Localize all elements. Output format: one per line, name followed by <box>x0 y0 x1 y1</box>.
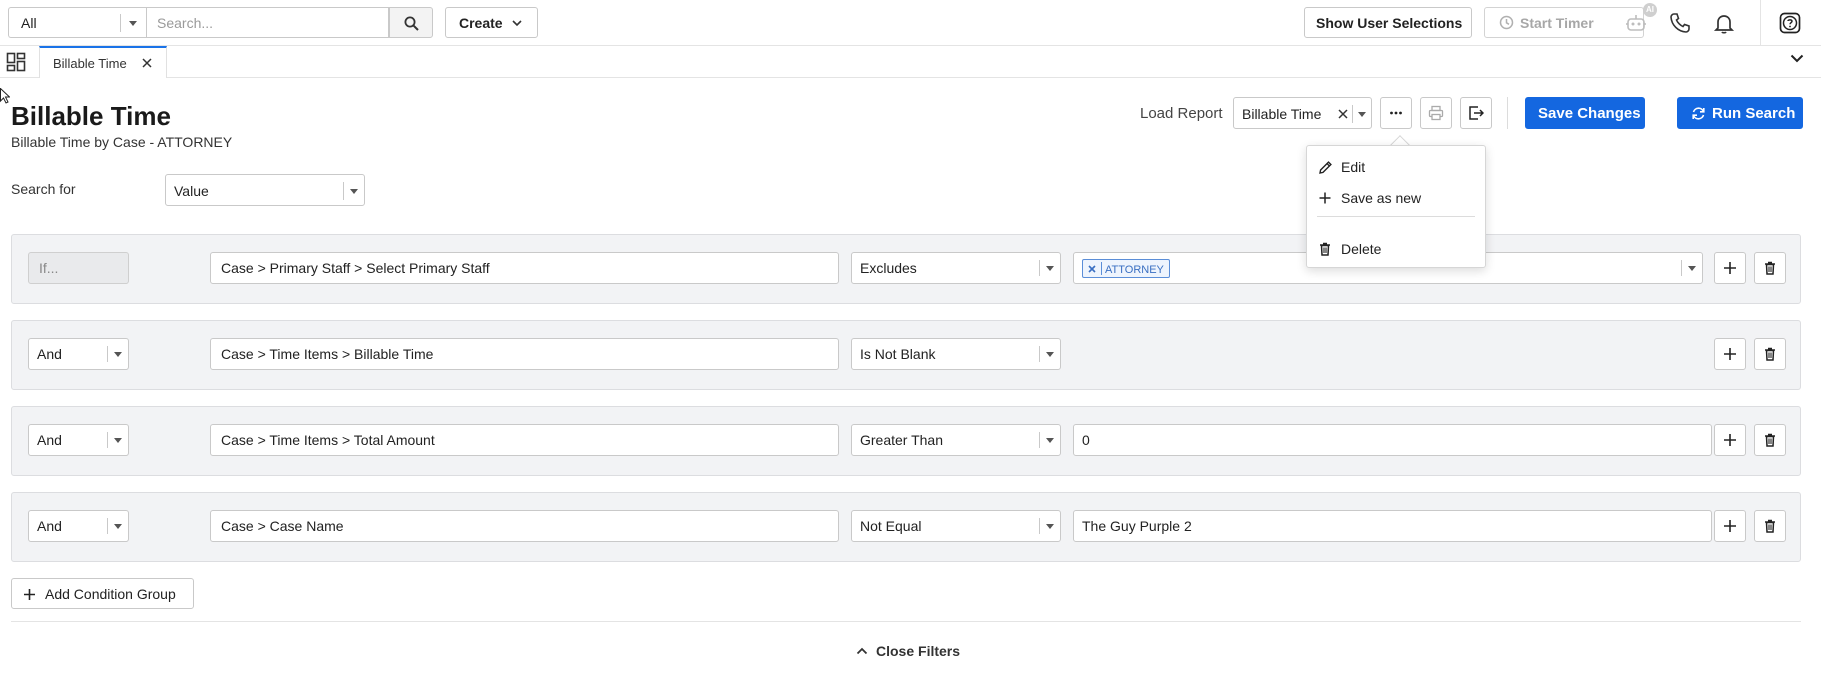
delete-condition-button[interactable] <box>1754 252 1786 284</box>
add-condition-button[interactable] <box>1714 424 1746 456</box>
chevron-down-icon <box>1046 266 1054 271</box>
tab-billable-time[interactable]: Billable Time <box>39 46 167 78</box>
logic-operator-select[interactable]: And <box>28 424 129 456</box>
create-button[interactable]: Create <box>445 7 538 38</box>
search-for-label: Search for <box>11 181 76 197</box>
show-user-selections-button[interactable]: Show User Selections <box>1304 7 1472 38</box>
search-scope-value: All <box>21 15 37 31</box>
condition-row: And Case > Time Items > Total Amount Gre… <box>11 406 1801 476</box>
chevron-down-icon <box>350 189 358 194</box>
delete-condition-button[interactable] <box>1754 510 1786 542</box>
ai-badge: AI <box>1643 3 1657 17</box>
condition-field-input[interactable]: Case > Case Name <box>210 510 839 542</box>
page-title: Billable Time <box>11 101 171 131</box>
close-icon[interactable] <box>1338 109 1348 119</box>
load-report-label: Load Report <box>1140 105 1223 122</box>
global-search-input[interactable] <box>146 7 389 38</box>
menu-item-save-as-new[interactable]: Save as new <box>1307 184 1485 212</box>
load-report-select[interactable]: Billable Time <box>1233 97 1372 129</box>
run-search-button[interactable]: Run Search <box>1677 97 1803 129</box>
tab-bar: Billable Time <box>0 46 1821 78</box>
logic-if-field: If... <box>28 252 129 284</box>
mouse-cursor-icon <box>0 88 10 104</box>
value-chip: ATTORNEY <box>1082 259 1170 278</box>
create-label: Create <box>459 15 503 31</box>
report-options-menu: Edit Save as new Delete <box>1306 145 1486 268</box>
condition-field-input[interactable]: Case > Time Items > Billable Time <box>210 338 839 370</box>
bell-icon[interactable] <box>1712 11 1736 35</box>
chevron-down-icon <box>1358 112 1366 117</box>
condition-operator-select[interactable]: Greater Than <box>851 424 1061 456</box>
menu-item-delete[interactable]: Delete <box>1307 235 1485 263</box>
grid-icon[interactable] <box>6 52 26 72</box>
tab-label: Billable Time <box>53 56 127 71</box>
chip-label: ATTORNEY <box>1105 264 1164 276</box>
condition-row: And Case > Time Items > Billable Time Is… <box>11 320 1801 390</box>
chevron-down-icon <box>129 21 137 26</box>
menu-item-edit[interactable]: Edit <box>1307 153 1485 181</box>
chevron-down-icon <box>114 524 122 529</box>
logic-operator-select[interactable]: And <box>28 510 129 542</box>
search-button[interactable] <box>389 7 433 38</box>
chevron-down-icon[interactable] <box>1790 54 1804 63</box>
add-condition-button[interactable] <box>1714 252 1746 284</box>
search-for-select[interactable]: Value <box>165 174 365 206</box>
search-for-value: Value <box>174 183 209 199</box>
phone-icon[interactable] <box>1668 11 1692 35</box>
chevron-down-icon <box>1046 438 1054 443</box>
top-bar: All Create Show User Selections Start Ti… <box>0 0 1821 46</box>
add-condition-button[interactable] <box>1714 510 1746 542</box>
condition-operator-select[interactable]: Excludes <box>851 252 1061 284</box>
help-icon[interactable] <box>1778 11 1802 35</box>
export-button[interactable] <box>1460 97 1492 129</box>
add-condition-button[interactable] <box>1714 338 1746 370</box>
condition-field-input[interactable]: Case > Primary Staff > Select Primary St… <box>210 252 839 284</box>
delete-condition-button[interactable] <box>1754 424 1786 456</box>
chevron-down-icon <box>114 438 122 443</box>
page-subtitle: Billable Time by Case - ATTORNEY <box>11 134 233 150</box>
chevron-down-icon <box>114 352 122 357</box>
more-options-button[interactable] <box>1380 97 1412 129</box>
chevron-down-icon <box>1046 524 1054 529</box>
print-button[interactable] <box>1420 97 1452 129</box>
condition-value-input[interactable]: 0 <box>1073 424 1712 456</box>
condition-operator-select[interactable]: Is Not Blank <box>851 338 1061 370</box>
chevron-down-icon <box>1046 352 1054 357</box>
chevron-down-icon <box>1688 266 1696 271</box>
close-filters-button[interactable]: Close Filters <box>856 643 960 659</box>
condition-row: And Case > Case Name Not Equal The Guy P… <box>11 492 1801 562</box>
report-value: Billable Time <box>1242 106 1322 122</box>
search-scope-select[interactable]: All <box>8 7 146 38</box>
delete-condition-button[interactable] <box>1754 338 1786 370</box>
logic-operator-select[interactable]: And <box>28 338 129 370</box>
condition-row: If... Case > Primary Staff > Select Prim… <box>11 234 1801 304</box>
add-condition-group-button[interactable]: Add Condition Group <box>11 578 194 609</box>
condition-value-input[interactable]: The Guy Purple 2 <box>1073 510 1712 542</box>
condition-field-input[interactable]: Case > Time Items > Total Amount <box>210 424 839 456</box>
condition-operator-select[interactable]: Not Equal <box>851 510 1061 542</box>
start-timer-button[interactable]: Start Timer <box>1484 7 1644 38</box>
save-changes-button[interactable]: Save Changes <box>1525 97 1645 129</box>
